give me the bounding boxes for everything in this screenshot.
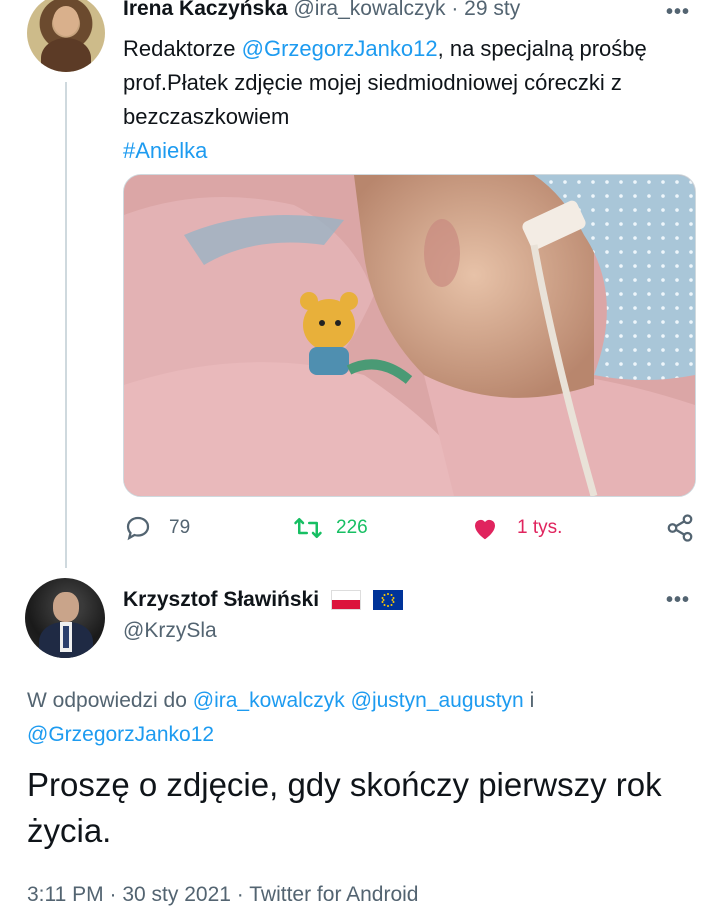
reply-and: i [529,689,535,712]
reply-mention-3[interactable]: @GrzegorzJanko12 [27,723,214,746]
meta-separator: · [451,0,459,20]
reply-icon [126,516,150,541]
reply-mention-2[interactable]: @justyn_augustyn [351,689,524,712]
avatar-tie [63,626,69,648]
heart-icon [475,519,495,540]
hashtag-link[interactable]: #Anielka [123,138,207,163]
baby-photo-illustration [124,175,695,496]
reply-client[interactable]: Twitter for Android [249,883,418,906]
reply-count: 79 [169,517,191,538]
reply-meta: 3:11 PM · 30 sty 2021 · Twitter for Andr… [27,878,419,912]
avatar-krzysztof[interactable] [25,578,105,658]
tweet-header: Irena Kaczyńska @ira_kowalczyk · 29 sty [123,0,520,24]
reply-more-dots-icon[interactable]: ••• [666,590,690,610]
reply-author-handle[interactable]: @KrzySla [123,617,217,645]
reply-mention-1[interactable]: @ira_kowalczyk [193,689,345,712]
reply-author-name[interactable]: Krzysztof Sławiński [123,588,319,611]
poland-flag-icon [330,590,361,611]
tweet-text: Redaktorze @GrzegorzJanko12, na specjaln… [123,32,698,168]
reply-text: Proszę o zdjęcie, gdy skończy pierwszy r… [27,766,662,849]
avatar-irena[interactable] [27,0,105,72]
avatar-figure [41,38,91,72]
author-name[interactable]: Irena Kaczyńska [123,0,288,20]
reply-author-header: Krzysztof Sławiński [123,586,403,614]
reply-time[interactable]: 3:11 PM [27,883,104,906]
reply-to-line: W odpowiedzi do @ira_kowalczyk @justyn_a… [27,684,687,752]
eu-flag-icon [372,590,403,611]
tweet-text-start: Redaktorze [123,36,242,61]
tweet-date[interactable]: 29 sty [464,0,520,20]
avatar-face [53,6,79,36]
meta-separator: · [236,883,244,906]
thread-connector-line [65,82,67,568]
meta-separator: · [109,883,117,906]
reply-date[interactable]: 30 sty 2021 [122,883,231,906]
tweet-photo[interactable] [123,174,696,497]
retweet-count: 226 [336,517,368,538]
more-dots-icon[interactable]: ••• [666,2,690,22]
like-count: 1 tys. [517,517,563,538]
retweet-icon [294,518,322,538]
avatar-face [53,592,79,622]
mention-link[interactable]: @GrzegorzJanko12 [242,36,438,61]
share-icon [667,514,693,542]
reply-prefix: W odpowiedzi do [27,689,187,712]
author-handle[interactable]: @ira_kowalczyk [293,0,445,20]
